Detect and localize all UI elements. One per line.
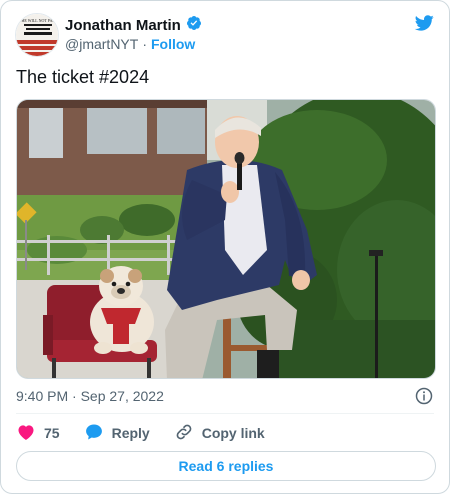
info-icon[interactable] (415, 387, 433, 410)
copy-link-label: Copy link (201, 425, 265, 441)
tweet-timestamp[interactable]: 9:40 PM · Sep 27, 2022 (16, 388, 164, 404)
link-icon (174, 422, 194, 445)
twitter-bird-icon[interactable] (413, 13, 435, 38)
heart-icon (16, 422, 36, 445)
author-name-row: Jonathan Martin (65, 15, 202, 36)
verified-badge-icon (186, 15, 202, 36)
avatar[interactable]: THE WILL NOT PASS (15, 13, 59, 57)
avatar-book-cover-image: THE WILL NOT PASS (16, 14, 58, 56)
like-button[interactable]: 75 (16, 422, 60, 445)
author-handle[interactable]: @jmartNYT (65, 36, 138, 52)
reply-bubble-icon (84, 422, 104, 445)
handle-separator: · (142, 36, 147, 52)
action-bar: 75 Reply Copy link (16, 423, 289, 443)
reply-label: Reply (111, 425, 150, 441)
reply-button[interactable]: Reply (84, 422, 150, 445)
divider (16, 413, 434, 414)
tweet-text: The ticket #2024 (16, 67, 150, 87)
follow-button[interactable]: Follow (151, 36, 195, 52)
photo-man-with-bulldog-image (17, 100, 435, 378)
tweet-photo[interactable] (16, 99, 436, 379)
read-replies-button[interactable]: Read 6 replies (16, 451, 436, 481)
tweet-card: THE WILL NOT PASS Jonathan Martin @jmart… (0, 0, 450, 494)
like-count: 75 (44, 425, 60, 441)
copy-link-button[interactable]: Copy link (174, 422, 265, 445)
author-display-name[interactable]: Jonathan Martin (65, 17, 181, 34)
svg-text:THE WILL NOT PASS: THE WILL NOT PASS (19, 18, 57, 23)
author-handle-row: @jmartNYT · Follow (65, 36, 195, 52)
